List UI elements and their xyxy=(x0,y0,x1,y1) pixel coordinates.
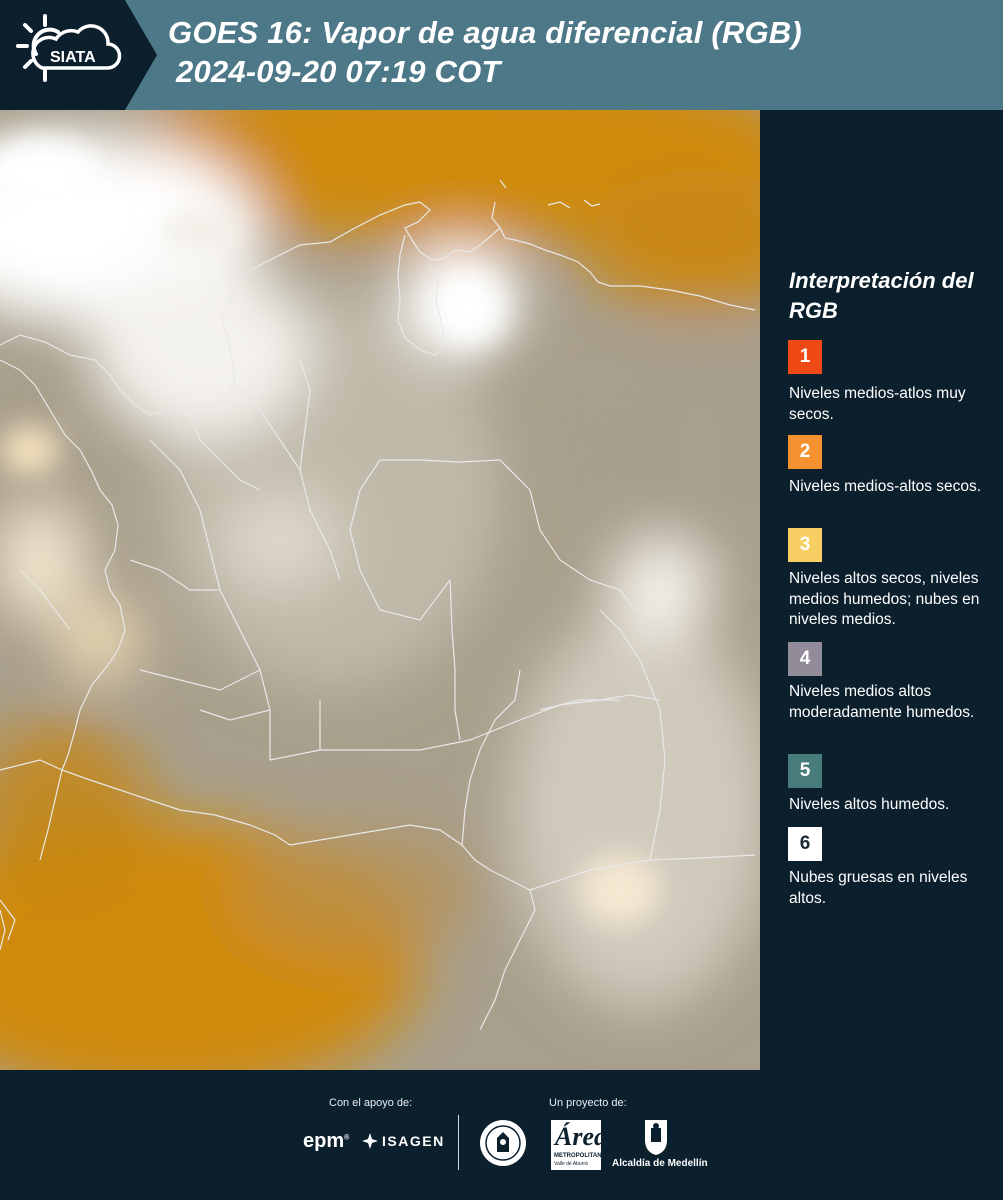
header-bar: SIATA GOES 16: Vapor de agua diferencial… xyxy=(0,0,1003,110)
area-logo-sub1: METROPOLITANA xyxy=(554,1153,606,1159)
legend-swatch-6: 6 xyxy=(788,827,822,861)
siata-logo-text: SIATA xyxy=(50,49,96,66)
footer-divider xyxy=(458,1115,459,1170)
area-logo-text: Área xyxy=(555,1122,607,1151)
legend-number-3: 3 xyxy=(799,534,811,555)
legend-number-1: 1 xyxy=(799,346,811,367)
footer-sponsors: Con el apoyo de: Un proyecto de: epm® IS… xyxy=(0,1070,1003,1200)
legend-number-6: 6 xyxy=(799,833,811,854)
legend-text-1: Niveles medios-atlos muy secos. xyxy=(789,385,966,423)
legend-text-2: Niveles medios-altos secos. xyxy=(789,478,982,495)
epm-logo-text: epm xyxy=(303,1130,345,1152)
isagen-logo: ISAGEN xyxy=(362,1133,445,1149)
isagen-logo-text: ISAGEN xyxy=(382,1133,445,1149)
legend-text-6: Nubes gruesas en niveles altos. xyxy=(789,869,968,907)
timestamp: 2024-09-20 07:19 COT xyxy=(176,54,501,89)
area-logo-sub2: Valle de Aburrá xyxy=(554,1161,588,1167)
legend-swatch-1: 1 xyxy=(788,340,822,374)
alcaldia-medellin-text: Alcaldía de Medellín xyxy=(612,1158,708,1169)
isagen-icon xyxy=(362,1133,378,1149)
legend-number-5: 5 xyxy=(799,760,811,781)
legend-swatch-2: 2 xyxy=(788,435,822,469)
legend-panel: Interpretación del RGB 1 Niveles medios-… xyxy=(760,110,1003,1070)
legend-text-5: Niveles altos humedos. xyxy=(789,796,950,813)
legend-swatch-3: 3 xyxy=(788,528,822,562)
medellin-shield-icon xyxy=(645,1120,667,1155)
sun-cloud-icon: SIATA xyxy=(16,14,122,82)
support-label: Con el apoyo de: xyxy=(329,1097,413,1109)
legend-swatch-4: 4 xyxy=(788,642,822,676)
legend-title: Interpretación del RGB xyxy=(789,268,974,323)
legend-number-2: 2 xyxy=(799,441,811,462)
satellite-image xyxy=(0,110,760,1070)
page-title: GOES 16: Vapor de agua diferencial (RGB) xyxy=(168,15,802,50)
satellite-map xyxy=(0,110,760,1070)
legend-text-4: Niveles medios altos moderadamente humed… xyxy=(789,683,975,721)
legend-text-3: Niveles altos secos, niveles medios hume… xyxy=(789,570,980,628)
epm-logo: epm® xyxy=(303,1130,350,1152)
siata-logo: SIATA xyxy=(0,0,157,110)
medellin-university-seal-icon xyxy=(480,1120,526,1166)
legend-number-4: 4 xyxy=(799,648,811,669)
area-metropolitana-logo: Área METROPOLITANA Valle de Aburrá xyxy=(551,1120,607,1170)
legend-swatch-5: 5 xyxy=(788,754,822,788)
project-label: Un proyecto de: xyxy=(549,1097,627,1109)
